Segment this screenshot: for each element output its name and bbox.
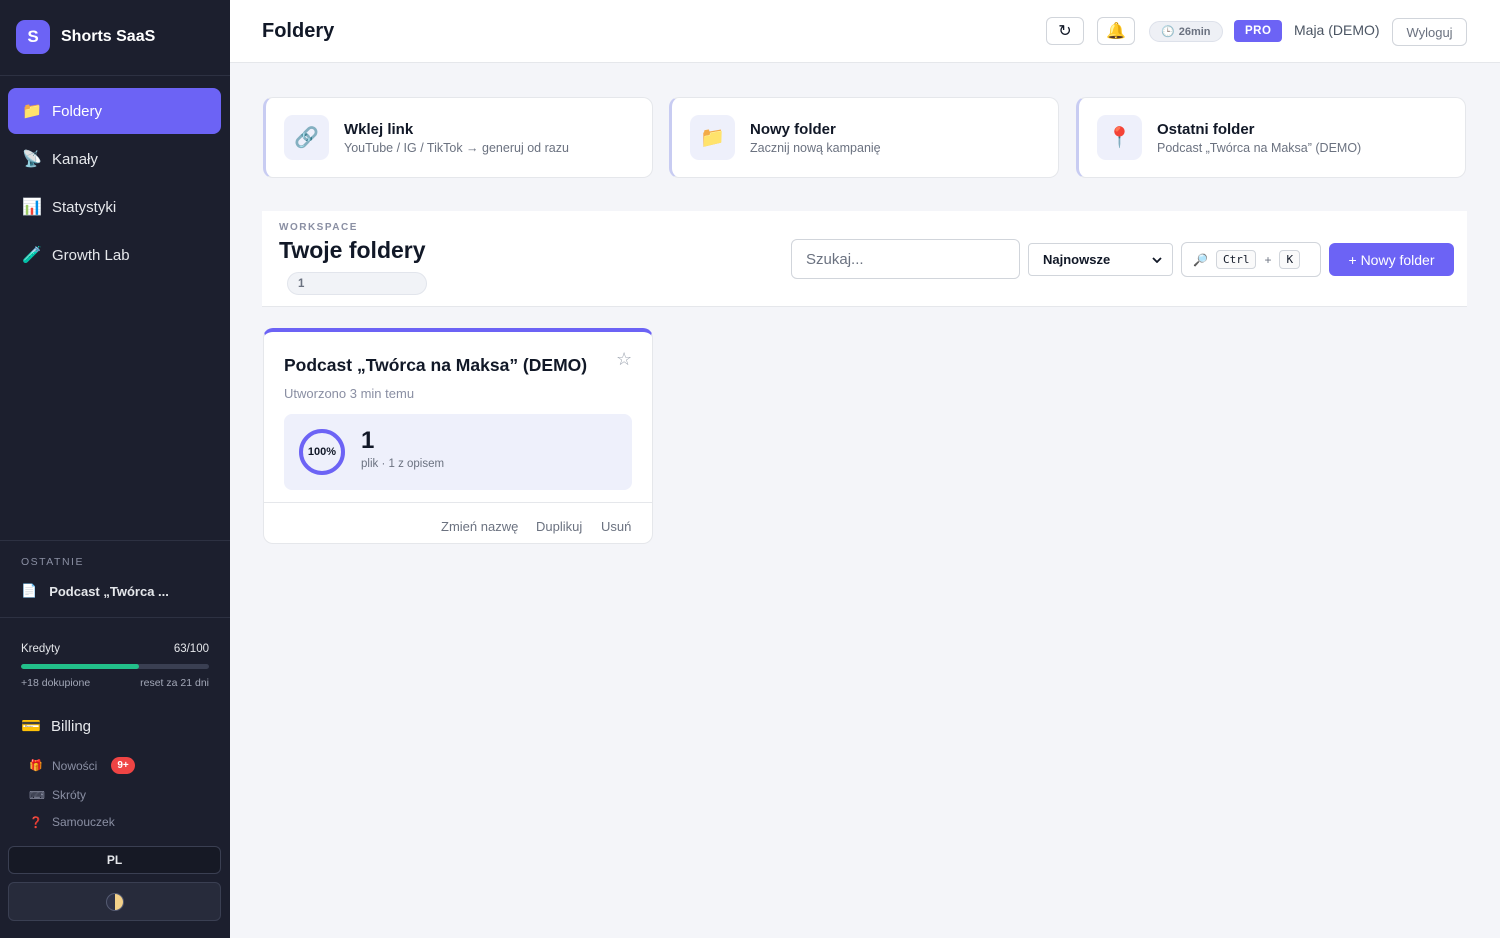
session-timer: 🕒 26min bbox=[1149, 21, 1223, 42]
question-icon: ❓ bbox=[29, 816, 43, 829]
sidebar-item-growth-lab[interactable]: 🧪 Growth Lab bbox=[8, 232, 221, 278]
user-name: Maja (DEMO) bbox=[1294, 22, 1380, 38]
sidebar-item-label: Growth Lab bbox=[52, 246, 130, 264]
quick-card-title: Nowy folder bbox=[750, 121, 836, 138]
brand[interactable]: S Shorts SaaS bbox=[16, 20, 155, 54]
sidebar-divider bbox=[0, 75, 230, 76]
command-palette-button[interactable]: 🔎 Ctrl + K bbox=[1181, 242, 1321, 277]
delete-button[interactable]: Usuń bbox=[601, 519, 631, 534]
sidebar-nav: 📁 Foldery 📡 Kanały 📊 Statystyki 🧪 Growth… bbox=[8, 88, 221, 280]
link-nowosci[interactable]: 🎁 Nowości 9+ bbox=[29, 757, 135, 774]
satellite-icon: 📡 bbox=[22, 151, 42, 168]
search-input[interactable] bbox=[791, 239, 1020, 279]
folder-icon: 📁 bbox=[690, 115, 735, 160]
document-icon: 📄 bbox=[21, 583, 38, 598]
credits-value: 63/100 bbox=[173, 643, 209, 655]
chevron-down-icon bbox=[1152, 256, 1162, 263]
file-count: 1 bbox=[361, 427, 375, 454]
shortcut-plus: + bbox=[1264, 252, 1272, 267]
quick-card-subtitle: Podcast „Twórca na Maksa” (DEMO) bbox=[1157, 141, 1362, 155]
sidebar-item-kanaly[interactable]: 📡 Kanały bbox=[8, 136, 221, 182]
star-icon[interactable]: ☆ bbox=[616, 349, 632, 370]
logout-button[interactable]: Wyloguj bbox=[1392, 18, 1467, 46]
bell-icon: 🔔 bbox=[1106, 23, 1126, 40]
credits-progress-bar bbox=[21, 664, 209, 669]
gift-icon: 🎁 bbox=[29, 760, 43, 772]
top-header: Foldery ↻ 🔔 🕒 26min PRO Maja (DEMO) Wylo… bbox=[230, 0, 1500, 63]
recent-heading: OSTATNIE bbox=[21, 556, 84, 568]
chart-icon: 📊 bbox=[22, 199, 42, 216]
credit-card-icon: 💳 bbox=[21, 718, 41, 735]
link-label: Samouczek bbox=[52, 815, 115, 829]
clock-icon: 🕒 bbox=[1161, 26, 1175, 38]
credits-widget: Kredyty 63/100 +18 dokupione reset za 21… bbox=[21, 643, 209, 689]
folder-icon: 📁 bbox=[22, 103, 42, 120]
quick-card-last-folder[interactable]: 📍 Ostatni folder Podcast „Twórca na Maks… bbox=[1076, 97, 1466, 178]
duplicate-button[interactable]: Duplikuj bbox=[536, 519, 582, 534]
sort-value: Najnowsze bbox=[1043, 252, 1111, 267]
language-button[interactable]: PL bbox=[8, 846, 221, 874]
quick-card-subtitle: Zacznij nową kampanię bbox=[750, 141, 881, 155]
refresh-icon: ↻ bbox=[1058, 23, 1072, 40]
folder-created: Utworzono 3 min temu bbox=[284, 386, 415, 401]
quick-card-paste-link[interactable]: 🔗 Wklej link YouTube / IG / TikTok → gen… bbox=[263, 97, 653, 178]
folder-title: Podcast „Twórca na Maksa” (DEMO) bbox=[284, 355, 588, 375]
refresh-button[interactable]: ↻ bbox=[1046, 17, 1084, 45]
workspace-kicker: WORKSPACE bbox=[279, 222, 358, 233]
credits-label: Kredyty bbox=[21, 643, 60, 655]
search-icon: 🔎 bbox=[1193, 252, 1208, 267]
brand-logo: S bbox=[16, 20, 50, 54]
link-label: Skróty bbox=[52, 788, 87, 802]
sidebar-item-foldery[interactable]: 📁 Foldery bbox=[8, 88, 221, 134]
recent-folder-link[interactable]: 📄 Podcast „Twórca ... bbox=[21, 583, 169, 599]
credits-bought: +18 dokupione bbox=[21, 677, 91, 689]
quick-card-title: Ostatni folder bbox=[1157, 121, 1255, 138]
link-icon: 🔗 bbox=[284, 115, 329, 160]
news-badge: 9+ bbox=[111, 757, 135, 774]
folder-stats: 100% 1 plik · 1 z opisem bbox=[284, 414, 632, 490]
link-label: Nowości bbox=[52, 758, 98, 773]
files-description: plik · 1 z opisem bbox=[361, 458, 445, 470]
folder-card[interactable]: Podcast „Twórca na Maksa” (DEMO) ☆ Utwor… bbox=[263, 328, 653, 544]
quick-card-subtitle: YouTube / IG / TikTok → generuj od razu bbox=[344, 141, 569, 155]
billing-label: Billing bbox=[51, 717, 92, 735]
workspace-title: Twoje foldery bbox=[279, 237, 426, 263]
credits-progress-fill bbox=[21, 664, 140, 669]
sort-select[interactable]: Najnowsze bbox=[1028, 243, 1173, 276]
plan-badge: PRO bbox=[1234, 20, 1283, 42]
rename-button[interactable]: Zmień nazwę bbox=[441, 519, 518, 534]
credits-reset: reset za 21 dni bbox=[140, 677, 209, 689]
pin-icon: 📍 bbox=[1097, 115, 1142, 160]
keyboard-icon: ⌨ bbox=[29, 789, 45, 802]
test-tube-icon: 🧪 bbox=[22, 247, 42, 264]
recent-folder-label: Podcast „Twórca ... bbox=[49, 583, 169, 599]
sidebar-divider bbox=[0, 617, 230, 618]
link-skroty[interactable]: ⌨ Skróty bbox=[29, 788, 86, 802]
theme-toggle-button[interactable] bbox=[8, 882, 221, 921]
page-title: Foldery bbox=[262, 20, 335, 42]
shortcut-key-ctrl: Ctrl bbox=[1215, 250, 1257, 269]
card-divider bbox=[264, 502, 652, 503]
timer-value: 26min bbox=[1178, 25, 1211, 38]
theme-icon bbox=[105, 892, 124, 911]
link-samouczek[interactable]: ❓ Samouczek bbox=[29, 815, 115, 829]
quick-card-title: Wklej link bbox=[344, 121, 414, 138]
sidebar-item-label: Foldery bbox=[52, 102, 103, 120]
sidebar-item-label: Statystyki bbox=[52, 198, 117, 216]
workspace-panel: WORKSPACE Twoje foldery 1 Najnowsze 🔎 Ct… bbox=[262, 211, 1467, 307]
folder-count-badge: 1 bbox=[287, 272, 427, 295]
notifications-button[interactable]: 🔔 bbox=[1097, 17, 1135, 45]
sidebar-item-statystyki[interactable]: 📊 Statystyki bbox=[8, 184, 221, 230]
brand-name: Shorts SaaS bbox=[61, 28, 156, 45]
progress-label: 100% bbox=[307, 446, 337, 458]
sidebar-item-billing[interactable]: 💳 Billing bbox=[21, 716, 91, 736]
shortcut-key-k: K bbox=[1279, 250, 1301, 269]
sidebar: S Shorts SaaS 📁 Foldery 📡 Kanały 📊 Staty… bbox=[0, 0, 230, 938]
sidebar-divider bbox=[0, 540, 230, 541]
sidebar-item-label: Kanały bbox=[52, 150, 98, 168]
quick-card-new-folder[interactable]: 📁 Nowy folder Zacznij nową kampanię bbox=[669, 97, 1059, 178]
new-folder-button[interactable]: + Nowy folder bbox=[1329, 243, 1454, 276]
